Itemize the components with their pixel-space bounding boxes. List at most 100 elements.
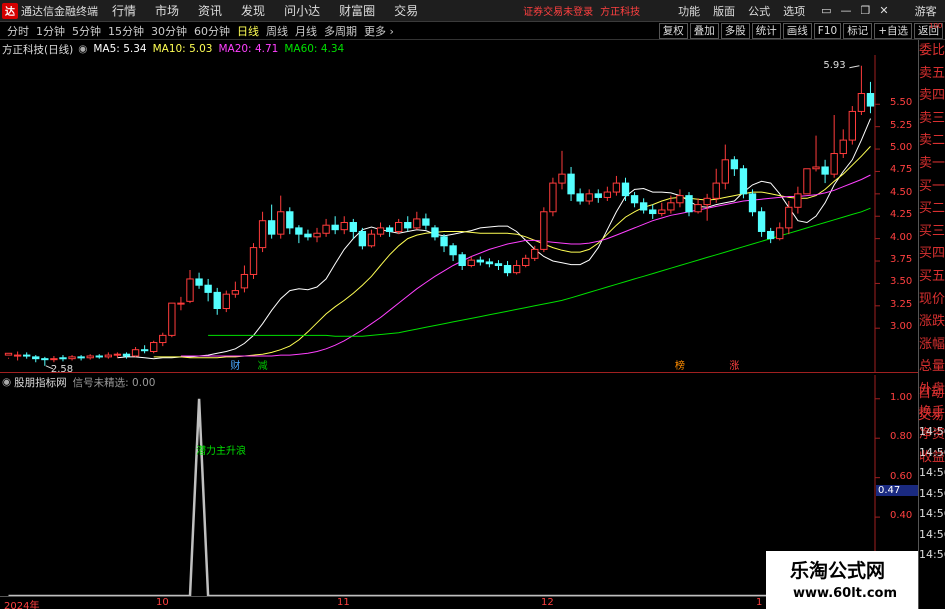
price-tick-label: 5.25: [890, 119, 913, 131]
tick-time: 14:56: [919, 425, 945, 438]
candle-body: [295, 227, 303, 235]
candle-body: [449, 245, 457, 256]
candle-body: [458, 254, 466, 267]
ma20-label: MA20: 4.71: [218, 43, 279, 55]
menu-discover[interactable]: 发现: [241, 2, 265, 19]
chevron-down-icon[interactable]: ◉: [78, 43, 87, 55]
candle-body: [594, 193, 602, 198]
marker-reduce[interactable]: 减: [258, 357, 268, 372]
candle-body: [522, 257, 530, 267]
draw-line-button[interactable]: 画线: [782, 23, 812, 39]
period-monthly[interactable]: 月线: [295, 23, 317, 39]
ma5-label: MA5: 5.34: [93, 43, 147, 55]
quote-field-label: 委比: [919, 43, 945, 58]
menu-markets[interactable]: 市场: [155, 2, 179, 19]
tick-time: 14:56: [919, 466, 945, 479]
marker-rise[interactable]: 涨: [729, 357, 739, 372]
price-tick-label: 3.75: [890, 254, 913, 266]
menu-news[interactable]: 资讯: [198, 2, 222, 19]
candle-body: [340, 222, 348, 231]
tick-time: 14:56: [919, 486, 945, 500]
candlestick-chart[interactable]: [0, 55, 918, 373]
quote-field-label: 涨幅: [919, 336, 945, 352]
candle-body: [376, 227, 385, 235]
low-price-label: 2.58: [50, 363, 74, 375]
menu-market[interactable]: 行情: [112, 2, 136, 19]
candle-body: [231, 290, 240, 295]
multi-stock-button[interactable]: 多股: [720, 23, 750, 39]
quote-field-label: 买四: [919, 246, 945, 262]
menu-formula[interactable]: 公式: [748, 3, 770, 19]
period-toolbar: 分时 1分钟 5分钟 15分钟 30分钟 60分钟 日线 周线 月线 多周期 更…: [0, 22, 945, 40]
period-weekly[interactable]: 周线: [266, 23, 288, 39]
marker-ranking[interactable]: 榜: [675, 357, 685, 372]
trade-label[interactable]: 交易: [918, 405, 945, 427]
period-1min[interactable]: 1分钟: [36, 23, 65, 39]
menu-layout[interactable]: 版面: [713, 3, 735, 19]
candle-body: [331, 224, 339, 231]
period-multi[interactable]: 多周期: [324, 23, 357, 39]
minimize-button-icon[interactable]: —: [841, 4, 852, 17]
candle-body: [494, 263, 503, 267]
guest-label[interactable]: 游客: [915, 3, 937, 19]
candle-body: [304, 233, 312, 238]
quote-field-label: 买三: [919, 223, 945, 239]
menu-wealth[interactable]: 财富圈: [339, 2, 375, 19]
candle-body: [839, 139, 847, 155]
quote-field-label: 总量: [919, 359, 945, 375]
overlay-button[interactable]: 叠加: [689, 23, 719, 39]
f10-button[interactable]: F10: [813, 23, 842, 39]
ma60-line: [208, 207, 871, 337]
candle-body: [440, 236, 448, 247]
login-notice[interactable]: 证券交易未登录: [523, 3, 593, 18]
menu-function[interactable]: 功能: [678, 3, 700, 19]
price-tick-label: 4.75: [890, 164, 913, 176]
candle-body: [367, 233, 376, 247]
period-daily[interactable]: 日线: [237, 23, 259, 39]
period-5min[interactable]: 5分钟: [72, 23, 101, 39]
candle-body: [59, 357, 67, 360]
candle-body: [576, 193, 584, 202]
period-15min[interactable]: 15分钟: [108, 23, 144, 39]
candle-body: [558, 173, 566, 184]
quote-field-label: 卖一: [919, 155, 945, 171]
adjust-button[interactable]: 复权: [658, 23, 688, 39]
candle-body: [794, 193, 802, 208]
candle-body: [540, 211, 548, 250]
close-icon[interactable]: ✕: [879, 4, 888, 17]
candle-body: [358, 230, 367, 247]
watermark-url: www.60lt.com: [793, 586, 898, 601]
indicator-tick-label: 0.60: [890, 470, 913, 482]
candle-body: [866, 93, 875, 107]
auto-label[interactable]: 自动: [918, 383, 945, 405]
period-tick[interactable]: 分时: [7, 23, 29, 39]
candle-body: [476, 259, 485, 263]
mark-button[interactable]: 标记: [843, 23, 873, 39]
marker-finance[interactable]: 财: [230, 357, 240, 372]
period-more[interactable]: 更多 ›: [364, 23, 394, 39]
candle-body: [694, 204, 702, 213]
menu-options[interactable]: 选项: [783, 3, 805, 19]
add-watchlist-button[interactable]: +自选: [874, 23, 912, 39]
minimize-icon[interactable]: ▭: [821, 4, 831, 17]
menu-trade[interactable]: 交易: [394, 2, 418, 19]
stats-button[interactable]: 统计: [751, 23, 781, 39]
period-30min[interactable]: 30分钟: [151, 23, 187, 39]
ma60-label: MA60: 4.34: [284, 43, 345, 55]
app-logo-icon: 达: [2, 2, 18, 19]
candle-body: [95, 355, 103, 358]
auto-trade-panel[interactable]: 自动 交易: [918, 383, 945, 427]
price-tick-label: 5.00: [890, 142, 913, 154]
candle-body: [50, 358, 58, 361]
candle-body: [113, 353, 122, 356]
menu-ask[interactable]: 问小达: [284, 2, 320, 19]
candle-body: [603, 191, 612, 198]
candle-body: [122, 353, 131, 357]
period-60min[interactable]: 60分钟: [194, 23, 230, 39]
candle-body: [785, 206, 793, 229]
tick-time: 14:56: [919, 507, 945, 520]
indicator-value-badge: 0.47: [876, 485, 918, 496]
restore-icon[interactable]: ❐: [861, 4, 871, 17]
quote-field-label: 卖四: [919, 88, 945, 104]
candle-body: [177, 302, 185, 305]
